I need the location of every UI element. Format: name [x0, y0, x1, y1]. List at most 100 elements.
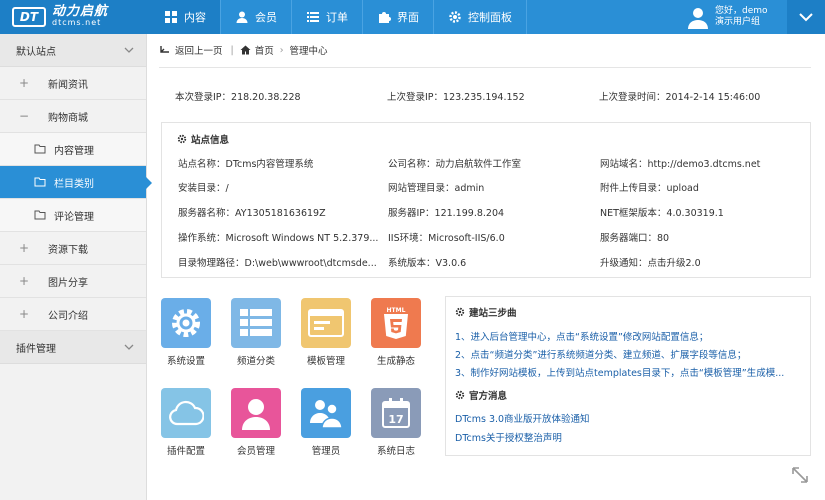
- tile-icon-box: [301, 388, 351, 438]
- back-arrow-icon: [160, 46, 169, 53]
- collapse-icon: −: [18, 109, 30, 123]
- list-icon: [307, 12, 319, 22]
- puzzle-icon: [379, 12, 391, 23]
- user-dropdown-toggle[interactable]: [787, 0, 825, 34]
- breadcrumb-separator: |: [230, 44, 234, 56]
- tile-icon-box: [301, 298, 351, 348]
- user-menu[interactable]: 您好，demo 演示用户组: [686, 0, 768, 34]
- tile-system-settings[interactable]: 系统设置: [161, 298, 211, 367]
- channel-list-icon: [240, 309, 272, 336]
- logo-mark: DT: [12, 7, 46, 27]
- tile-icon-box: [231, 388, 281, 438]
- grid-icon: [165, 11, 177, 23]
- news-link-2[interactable]: DTcms关于授权整治声明: [455, 430, 562, 444]
- tile-member-manage[interactable]: 会员管理: [231, 388, 281, 457]
- site-info-panel: 站点信息 站点名称：DTcms内容管理系统 公司名称：动力启航软件工作室 网站域名：…: [161, 122, 811, 278]
- sidebar-group-default-site[interactable]: 默认站点: [0, 34, 146, 67]
- site-info-field: NET框架版本：4.0.30319.1: [600, 208, 724, 219]
- tile-system-log[interactable]: 17 系统日志: [371, 388, 421, 457]
- tile-icon-box: 17: [371, 388, 421, 438]
- sidebar-item-downloads[interactable]: + 资源下载: [0, 232, 146, 265]
- logo[interactable]: DT 动力启航 dtcms.net: [0, 0, 150, 34]
- site-info-field: 网站域名：http://demo3.dtcms.net: [600, 159, 761, 170]
- sidebar-item-label: 图片分享: [48, 277, 88, 289]
- last-login-ip: 上次登录IP：123.235.194.152: [387, 92, 525, 103]
- gear-icon: [455, 307, 465, 317]
- tile-icon-box: [161, 298, 211, 348]
- expand-icon: +: [18, 241, 30, 255]
- chevron-down-icon: [124, 47, 134, 53]
- guide-step-3: 3、制作好网站模板，上传到站点templates目录下，点击“模板管理”生成模.…: [455, 368, 785, 379]
- breadcrumb-current: 管理中心: [289, 46, 328, 57]
- sidebar-item-label: 栏目类别: [54, 178, 94, 190]
- user-icon: [236, 11, 248, 23]
- sidebar-item-comments[interactable]: 评论管理: [0, 199, 146, 232]
- sidebar-item-label: 内容管理: [54, 145, 94, 157]
- sidebar-item-content-manage[interactable]: 内容管理: [0, 133, 146, 166]
- sidebar-item-company[interactable]: + 公司介绍: [0, 298, 146, 331]
- tile-channel-category[interactable]: 频道分类: [231, 298, 281, 367]
- divider: [159, 67, 811, 68]
- home-icon: [240, 45, 251, 55]
- site-info-field: 网站管理目录：admin: [388, 183, 485, 194]
- sidebar-item-label: 评论管理: [54, 211, 94, 223]
- tile-icon-box: HTML: [371, 298, 421, 348]
- site-info-field: 站点名称：DTcms内容管理系统: [178, 159, 314, 170]
- nav-label: 界面: [397, 11, 419, 24]
- breadcrumb: 返回上一页 | 首页 › 管理中心: [159, 43, 334, 57]
- expand-window-icon[interactable]: [791, 466, 809, 484]
- sidebar-item-pictures[interactable]: + 图片分享: [0, 265, 146, 298]
- tile-administrator[interactable]: 管理员: [301, 388, 351, 457]
- sidebar-group-plugins[interactable]: 插件管理: [0, 331, 146, 364]
- member-icon: [242, 399, 270, 430]
- folder-icon: [34, 210, 46, 220]
- site-info-field: 安装目录：/: [178, 183, 229, 194]
- nav-tab-interface[interactable]: 界面: [363, 0, 434, 34]
- site-info-field[interactable]: 升级通知：点击升级2.0: [600, 255, 701, 269]
- tile-generate-static[interactable]: HTML 生成静态: [371, 298, 421, 367]
- guide-step-1: 1、进入后台管理中心，点击“系统设置”修改网站配置信息；: [455, 332, 709, 343]
- nav-label: 内容: [184, 11, 206, 24]
- main-content: 返回上一页 | 首页 › 管理中心 本次登录IP：218.20.38.228 上…: [147, 34, 825, 500]
- nav-tab-control-panel[interactable]: 控制面板: [434, 0, 527, 34]
- home-link[interactable]: 首页: [255, 43, 274, 57]
- tile-label: 频道分类: [236, 356, 275, 367]
- folder-icon: [34, 144, 46, 154]
- folder-icon: [34, 177, 46, 187]
- site-info-field: 目录物理路径：D:\web\wwwroot\dtcmsde...: [178, 258, 377, 269]
- admin-group-icon: [310, 400, 343, 429]
- nav-tab-orders[interactable]: 订单: [292, 0, 363, 34]
- svg-text:17: 17: [388, 413, 403, 426]
- site-info-field: IIS环境：Microsoft-IIS/6.0: [388, 233, 505, 244]
- expand-icon: +: [18, 307, 30, 321]
- nav-label: 控制面板: [468, 11, 512, 24]
- news-link-1[interactable]: DTcms 3.0商业版开放体验通知: [455, 411, 590, 425]
- sidebar-item-news[interactable]: + 新闻资讯: [0, 67, 146, 100]
- news-title: 官方消息: [455, 388, 507, 402]
- last-login-time: 上次登录时间：2014-2-14 15:46:00: [599, 92, 761, 103]
- tile-label: 系统日志: [376, 446, 415, 457]
- back-link[interactable]: 返回上一页: [175, 43, 223, 57]
- sidebar-item-shop[interactable]: − 购物商城: [0, 100, 146, 133]
- template-icon: [308, 309, 344, 337]
- cloud-icon: [169, 400, 204, 426]
- site-info-title: 站点信息: [177, 132, 229, 146]
- expand-icon: +: [18, 76, 30, 90]
- sidebar-group-label: 默认站点: [16, 46, 56, 58]
- main-nav: 内容 会员 订单 界面 控制面板: [150, 0, 527, 34]
- nav-label: 会员: [255, 11, 277, 24]
- tile-template-manage[interactable]: 模板管理: [301, 298, 351, 367]
- site-info-field: 系统版本：V3.0.6: [388, 258, 467, 269]
- sidebar: 默认站点 + 新闻资讯 − 购物商城 内容管理 栏目类别 评论管理 + 资源下载…: [0, 34, 152, 500]
- nav-tab-content[interactable]: 内容: [150, 0, 221, 34]
- tile-plugin-config[interactable]: 插件配置: [161, 388, 211, 457]
- site-info-field: 附件上传目录：upload: [600, 183, 699, 194]
- sidebar-item-label: 公司介绍: [48, 310, 88, 322]
- sidebar-item-categories[interactable]: 栏目类别: [0, 166, 152, 199]
- site-info-field: 服务器名称：AY130518163619Z: [178, 208, 326, 219]
- logo-subtitle: dtcms.net: [52, 18, 102, 27]
- guide-title: 建站三步曲: [455, 305, 517, 319]
- html5-icon: HTML: [384, 307, 408, 339]
- logo-title: 动力启航: [52, 4, 109, 19]
- nav-tab-members[interactable]: 会员: [221, 0, 292, 34]
